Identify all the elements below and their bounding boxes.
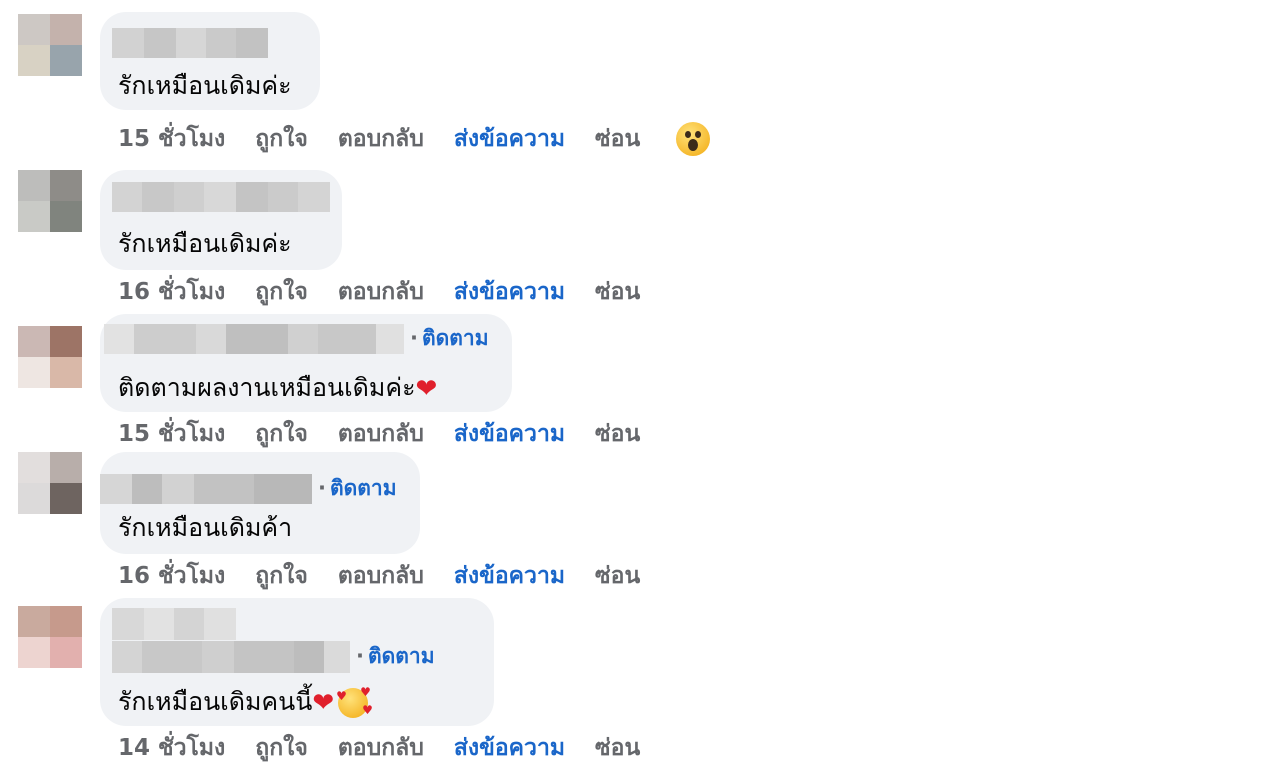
comment-text: รักเหมือนเดิมค่ะ bbox=[118, 71, 292, 100]
like-button[interactable]: ถูกใจ bbox=[255, 121, 308, 157]
hide-button[interactable]: ซ่อน bbox=[595, 121, 640, 157]
comment-feed: รักเหมือนเดิมค่ะ 15 ชั่วโมง ถูกใจ ตอบกลั… bbox=[0, 0, 1280, 764]
avatar[interactable] bbox=[18, 452, 82, 514]
like-button[interactable]: ถูกใจ bbox=[255, 416, 308, 452]
reply-button[interactable]: ตอบกลับ bbox=[338, 274, 424, 310]
comment-bubble: · ติดตาม รักเหมือนเดิมค้า bbox=[100, 452, 420, 554]
comment-bubble: รักเหมือนเดิมค่ะ bbox=[100, 170, 342, 270]
comment-text-content: รักเหมือนเดิมคนนี้ bbox=[118, 687, 313, 716]
like-button[interactable]: ถูกใจ bbox=[255, 274, 308, 310]
comment-bubble: · ติดตาม ติดตามผลงานเหมือนเดิมค่ะ❤ bbox=[100, 314, 512, 412]
smiling-face-with-hearts-icon: ♥ ♥ ♥ bbox=[336, 685, 373, 718]
avatar[interactable] bbox=[18, 326, 82, 388]
hide-button[interactable]: ซ่อน bbox=[595, 558, 640, 594]
comment-text-content: ติดตามผลงานเหมือนเดิมค่ะ bbox=[118, 373, 416, 402]
comment-text: ติดตามผลงานเหมือนเดิมค่ะ❤ bbox=[118, 368, 437, 408]
comment-bubble: · ติดตาม รักเหมือนเดิมคนนี้❤ ♥ ♥ ♥ bbox=[100, 598, 494, 726]
follow-link[interactable]: · ติดตาม bbox=[356, 640, 435, 673]
reply-button[interactable]: ตอบกลับ bbox=[338, 121, 424, 157]
reply-button[interactable]: ตอบกลับ bbox=[338, 558, 424, 594]
author-name-redacted[interactable] bbox=[112, 182, 330, 212]
author-name-redacted: · ติดตาม bbox=[100, 472, 397, 505]
wow-reaction-icon[interactable] bbox=[676, 122, 711, 156]
comment-text: รักเหมือนเดิมค้า bbox=[118, 513, 293, 542]
author-name-redacted: · ติดตาม bbox=[104, 322, 489, 355]
comment-actions: 14 ชั่วโมง ถูกใจ ตอบกลับ ส่งข้อความ ซ่อน bbox=[118, 730, 670, 764]
timestamp[interactable]: 16 ชั่วโมง bbox=[118, 274, 225, 310]
comment-text: รักเหมือนเดิมคนนี้❤ ♥ ♥ ♥ bbox=[118, 682, 373, 722]
author-name-redacted[interactable] bbox=[112, 28, 268, 58]
reply-button[interactable]: ตอบกลับ bbox=[338, 416, 424, 452]
comment-bubble: รักเหมือนเดิมค่ะ bbox=[100, 12, 320, 110]
hide-button[interactable]: ซ่อน bbox=[595, 274, 640, 310]
comment-actions: 15 ชั่วโมง ถูกใจ ตอบกลับ ส่งข้อความ ซ่อน bbox=[118, 416, 670, 452]
send-message-button[interactable]: ส่งข้อความ bbox=[454, 558, 565, 594]
heart-emoji-icon: ❤ bbox=[415, 374, 438, 404]
timestamp[interactable]: 15 ชั่วโมง bbox=[118, 416, 225, 452]
comment-actions: 16 ชั่วโมง ถูกใจ ตอบกลับ ส่งข้อความ ซ่อน bbox=[118, 558, 670, 594]
send-message-button[interactable]: ส่งข้อความ bbox=[454, 730, 565, 764]
like-button[interactable]: ถูกใจ bbox=[255, 730, 308, 764]
timestamp[interactable]: 14 ชั่วโมง bbox=[118, 730, 225, 764]
comment-actions: 16 ชั่วโมง ถูกใจ ตอบกลับ ส่งข้อความ ซ่อน bbox=[118, 274, 670, 310]
comment-text: รักเหมือนเดิมค่ะ bbox=[118, 229, 292, 258]
author-name-redacted: · ติดตาม bbox=[112, 608, 435, 673]
send-message-button[interactable]: ส่งข้อความ bbox=[454, 274, 565, 310]
send-message-button[interactable]: ส่งข้อความ bbox=[454, 121, 565, 157]
follow-link[interactable]: · ติดตาม bbox=[410, 322, 489, 355]
heart-emoji-icon: ❤ bbox=[312, 688, 335, 718]
timestamp[interactable]: 15 ชั่วโมง bbox=[118, 121, 225, 157]
avatar[interactable] bbox=[18, 170, 82, 232]
send-message-button[interactable]: ส่งข้อความ bbox=[454, 416, 565, 452]
like-button[interactable]: ถูกใจ bbox=[255, 558, 308, 594]
hide-button[interactable]: ซ่อน bbox=[595, 730, 640, 764]
avatar[interactable] bbox=[18, 14, 82, 76]
avatar[interactable] bbox=[18, 606, 82, 668]
timestamp[interactable]: 16 ชั่วโมง bbox=[118, 558, 225, 594]
follow-link[interactable]: · ติดตาม bbox=[318, 472, 397, 505]
comment-actions: 15 ชั่วโมง ถูกใจ ตอบกลับ ส่งข้อความ ซ่อน bbox=[118, 121, 711, 157]
reply-button[interactable]: ตอบกลับ bbox=[338, 730, 424, 764]
hide-button[interactable]: ซ่อน bbox=[595, 416, 640, 452]
